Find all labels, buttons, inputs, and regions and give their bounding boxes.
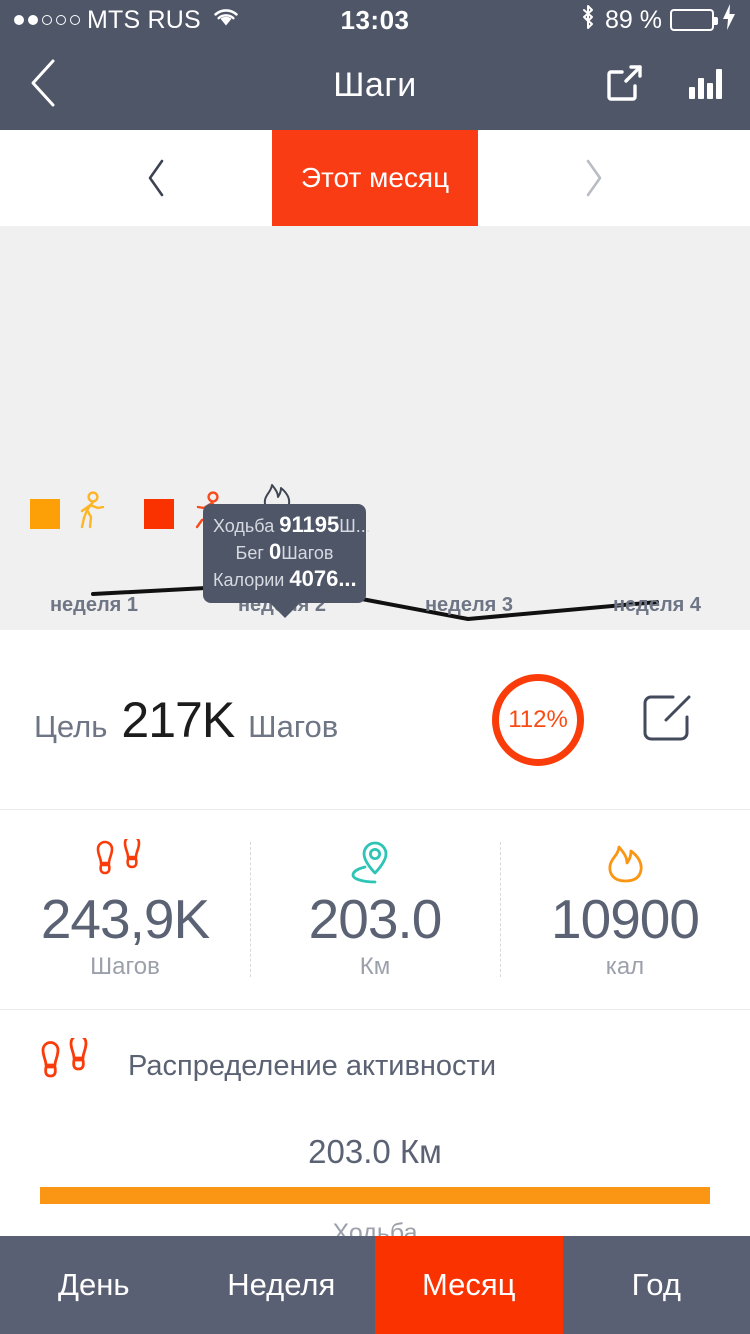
bar-label-week-4: неделя 4 xyxy=(612,594,702,616)
tooltip-unit-calories: ... xyxy=(338,566,357,591)
nav-actions xyxy=(604,63,724,108)
status-bar-right: 89 % xyxy=(579,3,736,38)
current-period-label[interactable]: Этот месяц xyxy=(272,130,478,226)
tab-day[interactable]: День xyxy=(0,1236,188,1334)
goal-section: Цель 217K Шагов xyxy=(0,630,750,810)
goal-summary: Цель 217K Шагов xyxy=(34,691,338,749)
distribution-title: Распределение активности xyxy=(128,1050,497,1082)
status-bar: MTS RUS 13:03 89 % xyxy=(0,0,750,40)
activity-chart[interactable]: неделя 1 неделя 2 неделя 3 неделя 4 Ходь… xyxy=(0,226,750,630)
goal-label: Цель xyxy=(34,708,108,744)
footprints-icon xyxy=(95,838,155,885)
lightning-bolt-icon xyxy=(722,3,736,37)
nav-bar: Шаги xyxy=(0,40,750,130)
goal-progress-percent: 112% xyxy=(508,706,568,733)
back-button[interactable] xyxy=(26,57,60,114)
chart-bars: неделя 1 неделя 2 неделя 3 неделя 4 xyxy=(0,226,750,630)
edit-icon[interactable] xyxy=(640,692,694,751)
bar-label-week-1: неделя 1 xyxy=(49,594,139,616)
stat-unit-calories: кал xyxy=(605,952,645,980)
stat-calories: 10900 кал xyxy=(500,810,750,1009)
tooltip-unit-running: Шагов xyxy=(281,543,334,563)
tooltip-value-calories: 4076 xyxy=(289,566,339,591)
period-selector: Этот месяц xyxy=(0,130,750,226)
tooltip-row-calories: Калории 4076... xyxy=(213,566,357,593)
share-icon[interactable] xyxy=(604,63,644,108)
flame-icon xyxy=(599,839,651,885)
stat-unit-steps: Шагов xyxy=(90,952,160,980)
bluetooth-icon xyxy=(579,3,597,38)
next-period-button[interactable] xyxy=(534,130,654,226)
battery-icon xyxy=(670,9,718,31)
footprints-icon xyxy=(40,1034,102,1095)
goal-unit: Шагов xyxy=(248,708,339,744)
tab-week[interactable]: Неделя xyxy=(188,1236,376,1334)
stats-row: 243,9K Шагов 203.0 Км 10900 кал xyxy=(0,810,750,1010)
battery-percentage: 89 % xyxy=(605,5,662,34)
activity-distribution-section: Распределение активности 203.0 Км Ходьба xyxy=(0,1010,750,1248)
tooltip-label-running: Бег xyxy=(235,543,264,563)
previous-period-button[interactable] xyxy=(96,130,216,226)
stat-distance: 203.0 Км xyxy=(250,810,500,1009)
distribution-value: 203.0 Км xyxy=(308,1133,442,1170)
bar-chart-icon[interactable] xyxy=(686,65,724,106)
distribution-bar xyxy=(40,1187,710,1204)
goal-value: 217K xyxy=(121,691,235,748)
bar-label-week-3: неделя 3 xyxy=(424,594,514,616)
stat-value-distance: 203.0 xyxy=(308,887,443,950)
distribution-header: Распределение активности xyxy=(40,1034,710,1095)
tooltip-value-running: 0 xyxy=(268,539,282,564)
tooltip-row-running: Бег 0Шагов xyxy=(213,539,356,566)
stat-value-calories: 10900 xyxy=(551,887,700,950)
stat-unit-distance: Км xyxy=(359,952,391,980)
tooltip-label-calories: Калории xyxy=(213,570,285,590)
tooltip-unit-walking: Ш... xyxy=(339,516,371,536)
tooltip-pointer xyxy=(268,602,301,618)
goal-progress-ring: 112% xyxy=(492,674,584,766)
tab-month[interactable]: Месяц xyxy=(375,1236,563,1334)
chart-tooltip: Ходьба 91195Ш... Бег 0Шагов Калории 4076… xyxy=(203,504,371,618)
stat-steps: 243,9K Шагов xyxy=(0,810,250,1009)
tooltip-label-walking: Ходьба xyxy=(213,516,275,536)
location-pin-icon xyxy=(349,839,401,885)
stat-value-steps: 243,9K xyxy=(40,887,210,950)
bottom-tab-bar: День Неделя Месяц Год xyxy=(0,1236,750,1334)
tooltip-value-walking: 91195 xyxy=(279,512,340,537)
tab-year[interactable]: Год xyxy=(563,1236,750,1334)
tooltip-row-walking: Ходьба 91195Ш... xyxy=(213,512,371,539)
